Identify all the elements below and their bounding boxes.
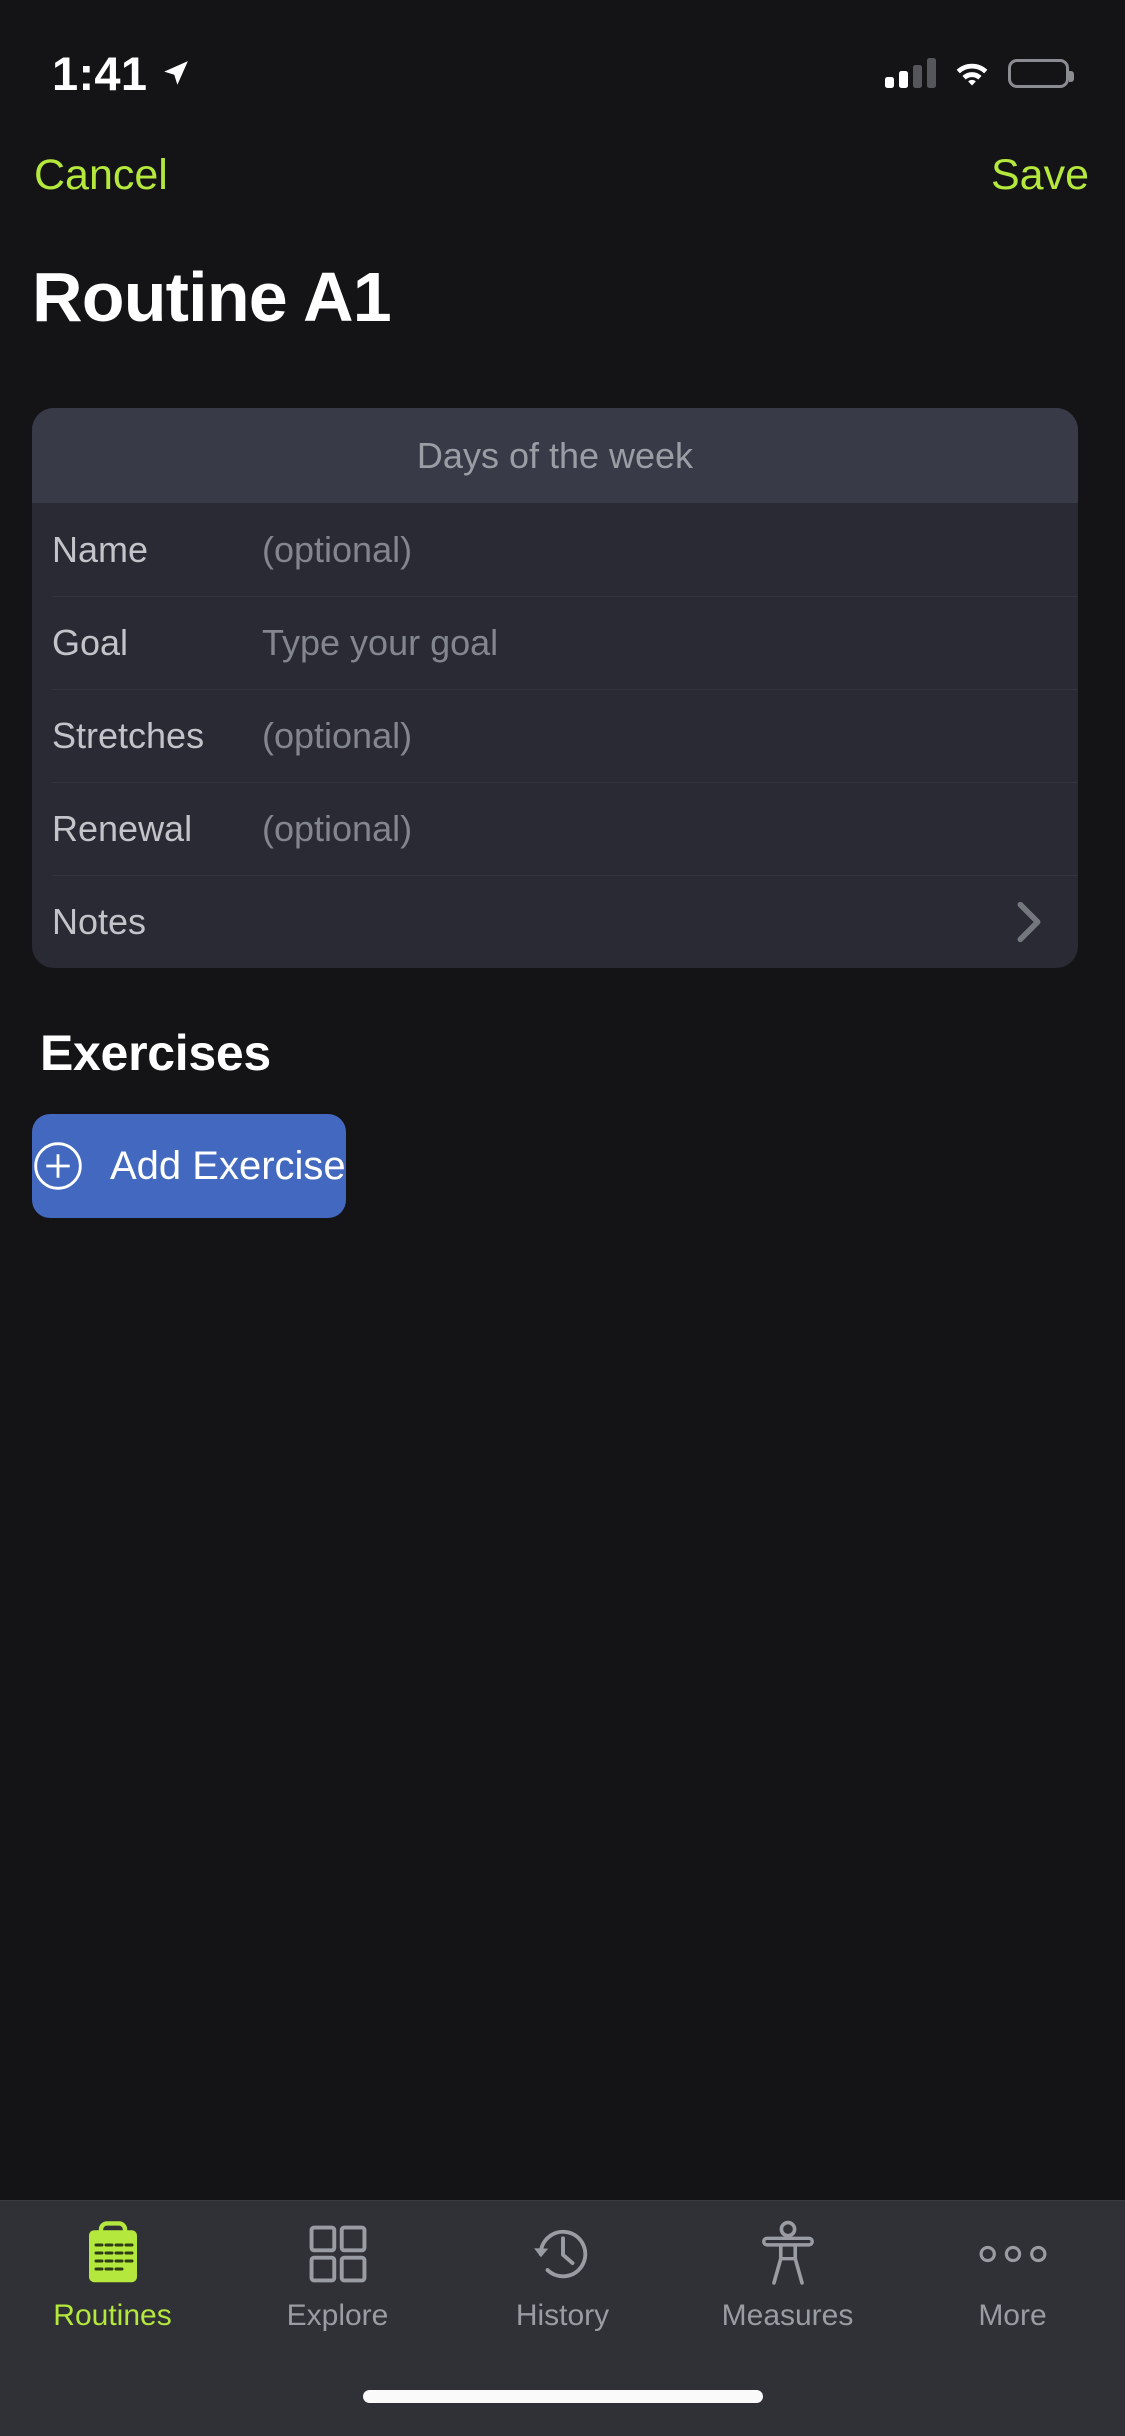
save-button[interactable]: Save [991,153,1089,197]
page-title: Routine A1 [32,258,392,336]
tab-label-history: History [515,2299,610,2332]
stretches-label: Stretches [52,714,205,756]
tab-label-measures: Measures [721,2299,854,2332]
renewal-input[interactable]: (optional) [262,808,1042,850]
battery-icon [1008,58,1074,88]
routine-details-card: Days of the week Name (optional) Goal Ty… [32,408,1078,968]
form-row-renewal[interactable]: Renewal (optional) [32,782,1078,875]
location-arrow-icon [164,61,189,85]
add-exercise-button[interactable]: Add Exercise [32,1114,346,1218]
status-bar-right [885,44,1074,88]
home-indicator-area [0,2372,1125,2436]
scroll-content: Days of the week Name (optional) Goal Ty… [0,332,1125,2200]
name-label: Name [52,528,149,570]
form-row-name[interactable]: Name (optional) [32,503,1078,596]
wifi-icon [956,63,988,86]
body-figure-icon [758,2219,818,2289]
name-input[interactable]: (optional) [262,529,1042,571]
form-row-notes[interactable]: Notes [32,875,1078,968]
tab-explore[interactable]: Explore [225,2219,450,2331]
goal-label: Goal [52,621,129,663]
goal-input[interactable]: Type your goal [262,622,1042,664]
status-bar-clock: 1:41 [52,46,148,100]
tab-label-routines: Routines [53,2299,172,2332]
tab-routines[interactable]: Routines [0,2219,225,2331]
tab-history[interactable]: History [450,2219,675,2331]
form-row-goal[interactable]: Goal Type your goal [32,596,1078,689]
cellular-signal-icon [885,58,936,88]
app-screen: 1:41 Cancel Save Routine A1 Days of the … [0,0,1125,2436]
clock-arrow-icon [530,2219,596,2289]
chevron-right-icon [1017,901,1041,942]
home-indicator[interactable] [362,2390,763,2403]
tab-measures[interactable]: Measures [675,2219,900,2331]
navigation-bar: Cancel Save [0,132,1125,218]
stretches-input[interactable]: (optional) [262,715,1042,757]
tab-label-explore: Explore [286,2299,389,2332]
status-bar: 1:41 [0,0,1125,132]
status-bar-left: 1:41 [52,36,191,97]
notes-label: Notes [52,900,147,942]
add-exercise-label: Add Exercise [110,1143,346,1188]
tab-bar: Routines Explore History Measures More [0,2200,1125,2372]
tab-label-more: More [978,2299,1047,2332]
exercises-section-title: Exercises [40,1025,271,1081]
form-row-stretches[interactable]: Stretches (optional) [32,689,1078,782]
plus-circle-icon [34,1142,82,1190]
clipboard-icon [81,2219,145,2289]
cancel-button[interactable]: Cancel [34,153,168,197]
grid-squares-icon [307,2219,369,2289]
ellipsis-icon [978,2219,1048,2289]
tab-more[interactable]: More [900,2219,1125,2331]
renewal-label: Renewal [52,807,193,849]
days-of-week-button[interactable]: Days of the week [32,408,1078,503]
days-of-week-label: Days of the week [416,434,694,476]
